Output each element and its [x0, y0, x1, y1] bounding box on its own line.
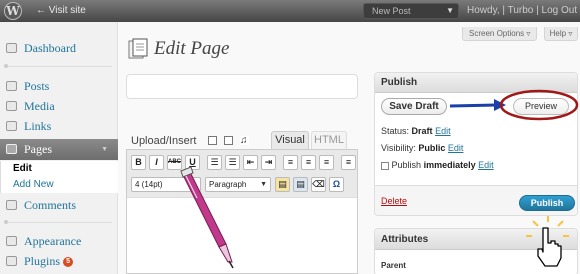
add-audio-icon[interactable]: ♫: [240, 136, 249, 146]
status-edit-link[interactable]: Edit: [435, 126, 451, 136]
publish-schedule-edit-link[interactable]: Edit: [478, 160, 494, 170]
sidebar-item-label: Appearance: [24, 234, 82, 248]
sidebar-item-label: Comments: [24, 198, 77, 212]
indent-icon[interactable]: ⇥: [261, 155, 276, 170]
align-center-icon[interactable]: ≡: [301, 155, 316, 170]
clear-formatting-icon[interactable]: ⌫: [311, 177, 326, 192]
pin-icon: [6, 81, 17, 91]
paste-word-icon[interactable]: ▤: [293, 177, 308, 192]
underline-button[interactable]: U: [185, 155, 200, 170]
plugin-icon: [6, 256, 17, 266]
chevron-down-icon: ▼: [190, 181, 197, 188]
publish-box: Publish Save Draft Preview Status: Draft…: [374, 72, 578, 216]
add-video-icon[interactable]: [224, 136, 233, 145]
comment-icon: [6, 200, 17, 210]
status-row: Status: Draft Edit: [381, 126, 451, 136]
sidebar-item-label: Posts: [24, 79, 50, 93]
help-button[interactable]: Help ▿: [544, 27, 578, 41]
visit-site-link[interactable]: ← Visit site: [36, 5, 86, 16]
media-icon: [6, 101, 17, 111]
save-draft-button[interactable]: Save Draft: [381, 98, 447, 115]
new-post-label: New Post: [372, 6, 411, 16]
menu-separator: [4, 220, 112, 224]
paste-text-icon[interactable]: ▤: [275, 177, 290, 192]
publish-schedule-value: immediately: [423, 160, 476, 170]
sidebar-item-label: Plugins: [24, 254, 61, 268]
publish-schedule-label: Publish: [391, 160, 422, 170]
format-select[interactable]: Paragraph ▼: [205, 177, 271, 192]
page-title: Edit Page: [154, 38, 230, 59]
outdent-icon[interactable]: ⇤: [243, 155, 258, 170]
sidebar-item-dashboard[interactable]: Dashboard: [0, 38, 118, 58]
pages-icon: [6, 144, 17, 154]
collapse-arrow-icon[interactable]: ▼: [101, 139, 108, 160]
bold-button[interactable]: B: [131, 155, 146, 170]
dashboard-icon: [6, 43, 17, 53]
sidebar-item-label: Dashboard: [24, 41, 76, 55]
chevron-down-icon: ▼: [260, 181, 267, 188]
howdy-text: Howdy, |: [467, 5, 505, 16]
visibility-edit-link[interactable]: Edit: [448, 143, 464, 153]
tab-html[interactable]: HTML: [311, 131, 347, 149]
editor-content-area[interactable]: [126, 197, 358, 274]
preview-button[interactable]: Preview: [513, 98, 569, 115]
upload-insert-label: Upload/Insert: [131, 135, 197, 147]
visibility-row: Visibility: Public Edit: [381, 143, 463, 153]
sidebar-item-label: Media: [24, 99, 55, 113]
visibility-label: Visibility:: [381, 143, 416, 153]
submenu-edit[interactable]: Edit: [0, 161, 118, 177]
publish-box-footer: Delete Publish: [375, 185, 577, 215]
sidebar-item-appearance[interactable]: Appearance: [0, 231, 118, 251]
numbered-list-icon[interactable]: ☰: [225, 155, 240, 170]
dropdown-arrow-icon: ▼: [446, 6, 454, 15]
admin-bar: W ← Visit site New Post ▼ Howdy, | Turbo…: [0, 0, 580, 22]
sidebar-item-media[interactable]: Media: [0, 96, 118, 116]
link-icon: [6, 121, 17, 131]
publish-box-heading: Publish: [375, 73, 577, 93]
user-greeting: Howdy, | Turbo | Log Out: [467, 5, 577, 16]
attributes-box-heading: Attributes: [375, 229, 577, 250]
title-input[interactable]: [126, 74, 358, 99]
page-icon: [128, 38, 148, 59]
sidebar-item-label: Links: [24, 119, 52, 133]
attributes-box: Attributes Parent: [374, 228, 578, 274]
appearance-icon: [6, 236, 17, 246]
parent-label: Parent: [381, 261, 406, 270]
sidebar-item-links[interactable]: Links: [0, 116, 118, 136]
sidebar-item-comments[interactable]: Comments: [0, 195, 118, 215]
admin-sidebar: Dashboard Posts Media Links Pages ▼ Edit…: [0, 22, 118, 274]
calendar-icon: [381, 161, 389, 170]
special-character-icon[interactable]: Ω: [329, 177, 344, 192]
sidebar-item-label: Pages: [24, 142, 52, 156]
bullet-list-icon[interactable]: ☰: [207, 155, 222, 170]
menu-separator: [4, 64, 112, 68]
tab-visual[interactable]: Visual: [271, 131, 309, 149]
align-right-icon[interactable]: ≡: [319, 155, 334, 170]
publish-button[interactable]: Publish: [519, 195, 575, 211]
submenu-add-new[interactable]: Add New: [0, 177, 118, 193]
user-link[interactable]: Turbo: [508, 5, 534, 16]
add-image-icon[interactable]: [208, 136, 217, 145]
align-justify-icon[interactable]: ≡: [341, 155, 356, 170]
logout-link[interactable]: | Log Out: [536, 5, 577, 16]
sidebar-item-plugins[interactable]: Plugins 5: [0, 251, 118, 271]
new-post-dropdown[interactable]: New Post ▼: [363, 3, 459, 19]
italic-button[interactable]: I: [149, 155, 164, 170]
strikethrough-button[interactable]: ABC: [167, 155, 182, 170]
editor-toolbar: B I ABC U ☰ ☰ ⇤ ⇥ ≡ ≡ ≡ ≡ 4 (14pt) ▼ Par…: [126, 149, 358, 197]
font-size-select[interactable]: 4 (14pt) ▼: [131, 177, 201, 192]
align-left-icon[interactable]: ≡: [283, 155, 298, 170]
screen-options-button[interactable]: Screen Options ▿: [462, 27, 538, 41]
status-value: Draft: [411, 126, 433, 136]
publish-schedule-row: Publish immediately Edit: [381, 160, 494, 170]
plugins-update-badge: 5: [63, 257, 74, 268]
format-value: Paragraph: [209, 180, 247, 189]
sidebar-item-pages[interactable]: Pages ▼: [0, 139, 118, 160]
font-size-value: 4 (14pt): [135, 180, 163, 189]
wordpress-logo-icon[interactable]: W: [4, 2, 22, 20]
sidebar-item-posts[interactable]: Posts: [0, 76, 118, 96]
delete-link[interactable]: Delete: [381, 196, 407, 206]
visibility-value: Public: [418, 143, 446, 153]
status-label: Status:: [381, 126, 410, 136]
